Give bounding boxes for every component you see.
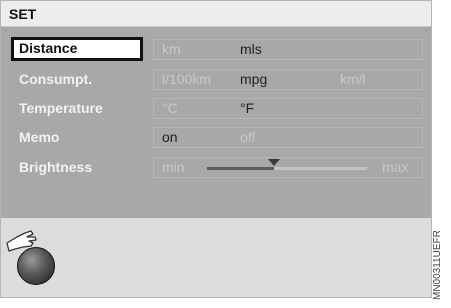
- option-km-per-l[interactable]: km/l: [340, 70, 366, 89]
- brightness-control: min max: [153, 157, 423, 178]
- setting-options-consumption: l/100km mpg km/l: [153, 69, 423, 90]
- setting-row-memo[interactable]: Memo on off: [1, 126, 431, 149]
- option-mls[interactable]: mls: [240, 40, 262, 59]
- title-bar: SET: [1, 1, 431, 27]
- setting-row-consumption[interactable]: Consumpt. l/100km mpg km/l: [1, 68, 431, 91]
- setting-options-memo: on off: [153, 127, 423, 148]
- setting-row-distance[interactable]: Distance km mls: [1, 37, 431, 61]
- option-celsius[interactable]: °C: [162, 99, 178, 118]
- option-off[interactable]: off: [240, 128, 255, 147]
- setting-label-temperature[interactable]: Temperature: [11, 98, 143, 119]
- settings-panel: Distance km mls Consumpt. l/100km mpg km…: [1, 27, 431, 218]
- setting-label-brightness[interactable]: Brightness: [11, 157, 143, 178]
- idrive-controller-icon: [5, 229, 65, 289]
- screen-title: SET: [9, 6, 37, 22]
- option-km[interactable]: km: [162, 40, 181, 59]
- brightness-slider-marker[interactable]: [268, 159, 281, 166]
- brightness-slider-fill: [207, 167, 275, 170]
- brightness-min-label: min: [162, 159, 185, 175]
- setting-label-memo[interactable]: Memo: [11, 127, 143, 148]
- option-mpg[interactable]: mpg: [240, 70, 267, 89]
- image-code: MN00311UEFR: [432, 230, 443, 300]
- settings-screen: SET Distance km mls Consumpt. l/100km mp…: [0, 0, 432, 298]
- option-fahrenheit[interactable]: °F: [240, 99, 254, 118]
- setting-row-temperature[interactable]: Temperature °C °F: [1, 97, 431, 120]
- setting-label-consumption[interactable]: Consumpt.: [11, 69, 143, 90]
- setting-label-distance[interactable]: Distance: [11, 37, 143, 61]
- brightness-slider[interactable]: [207, 159, 367, 170]
- setting-options-distance: km mls: [153, 39, 423, 60]
- setting-options-temperature: °C °F: [153, 98, 423, 119]
- option-on[interactable]: on: [162, 128, 178, 147]
- option-l-per-100km[interactable]: l/100km: [162, 70, 211, 89]
- setting-row-brightness[interactable]: Brightness min max: [1, 156, 431, 179]
- controller-knob: [17, 247, 55, 285]
- brightness-max-label: max: [382, 159, 409, 175]
